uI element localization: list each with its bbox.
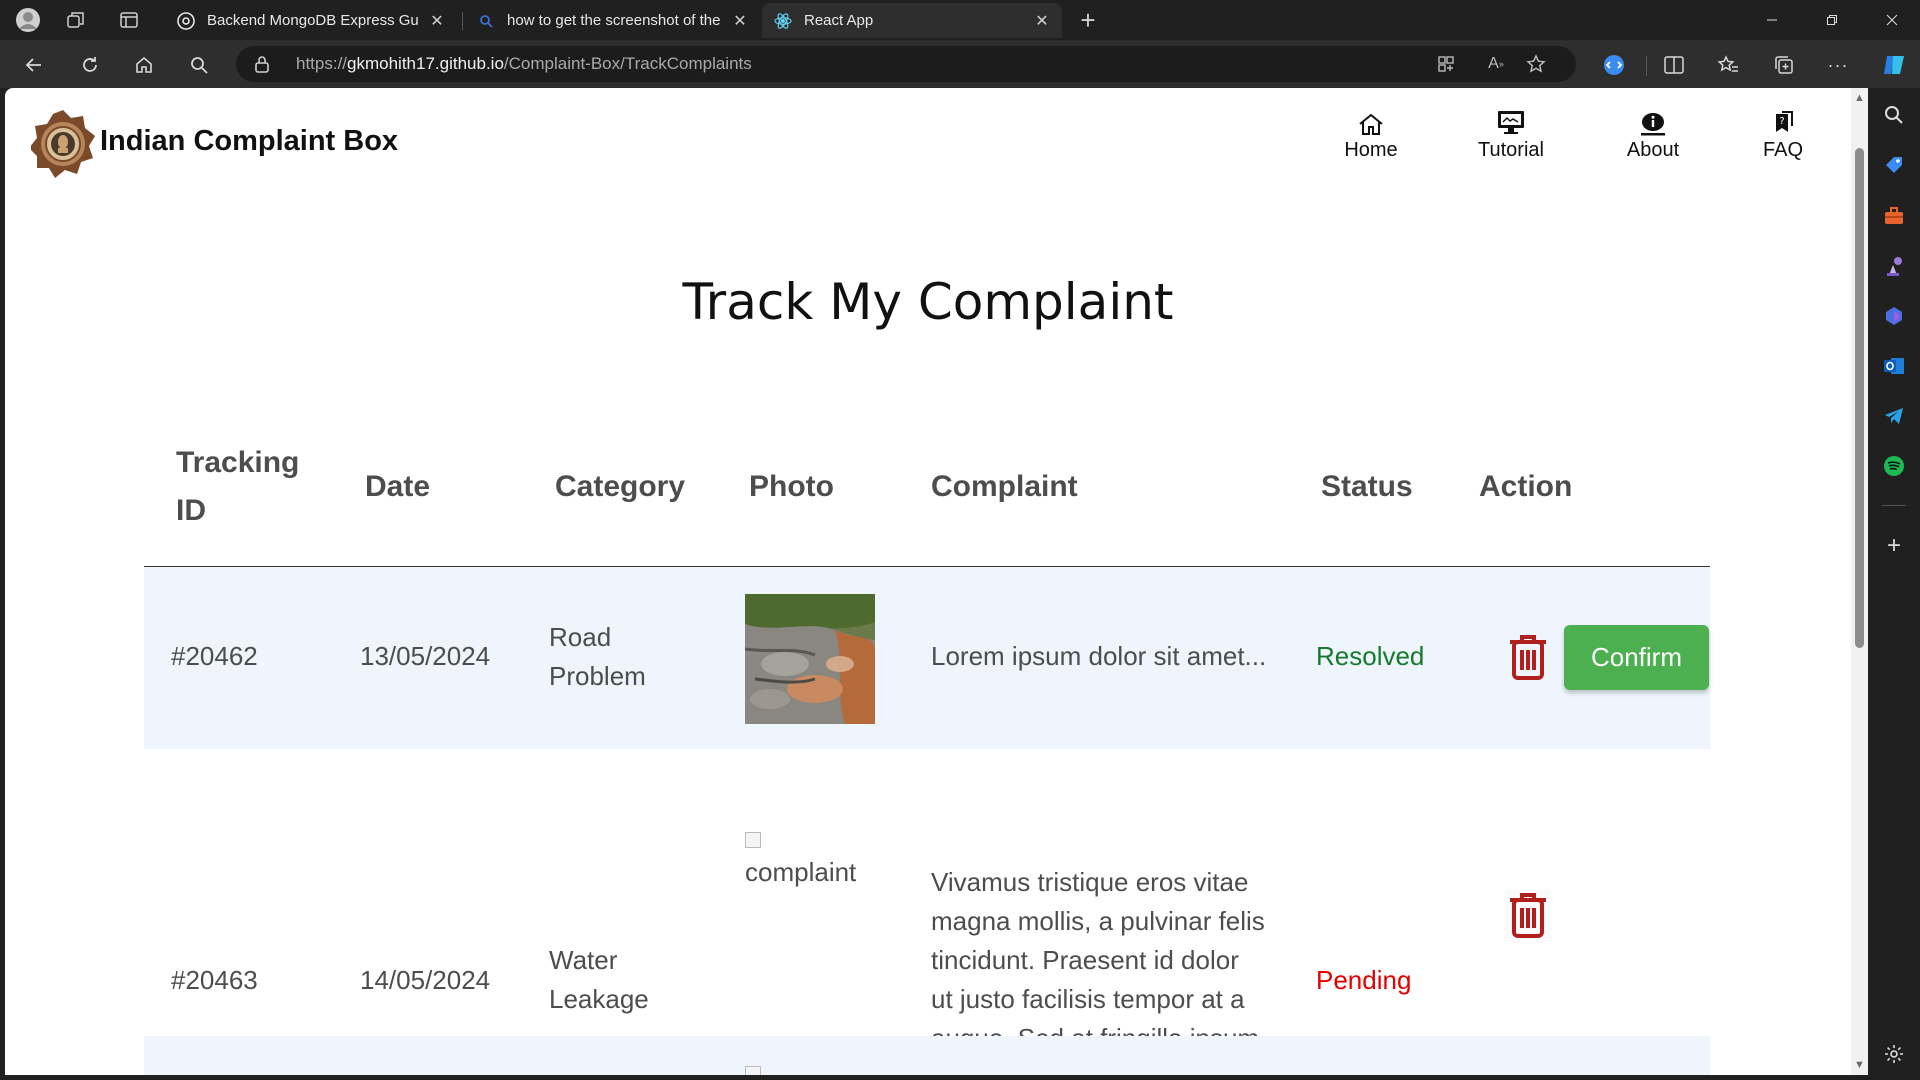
nav-faq[interactable]: ? FAQ [1743, 106, 1823, 162]
tracking-id-cell: #20462 [171, 641, 258, 671]
new-tab-icon[interactable]: + [1074, 5, 1102, 35]
monitor-icon [1497, 106, 1525, 136]
faq-icon: ? [1772, 106, 1794, 136]
nav-label: About [1626, 139, 1680, 161]
home-browser-icon[interactable] [128, 49, 160, 81]
browser-tab-strip: Backend MongoDB Express Guid ✕ how to ge… [0, 0, 1920, 40]
tab-react-app[interactable]: React App ✕ [762, 3, 1062, 38]
favorites-icon[interactable] [1712, 49, 1744, 81]
column-header-category: Category [555, 470, 686, 503]
tracking-id-cell: #20463 [171, 965, 258, 995]
sidebar-settings-icon[interactable] [1878, 1038, 1910, 1070]
close-tab-icon[interactable]: ✕ [429, 11, 445, 31]
tab-title: React App [804, 12, 874, 29]
home-icon [1358, 106, 1384, 136]
page-title: Track My Complaint [682, 273, 1174, 331]
tab-actions-icon[interactable] [115, 6, 143, 34]
more-menu-icon[interactable]: ··· [1822, 49, 1854, 81]
column-header-status: Status [1321, 470, 1413, 503]
date-cell: 14/05/2024 [360, 965, 491, 995]
browser-toolbar: https://gkmohith17.github.io/Complaint-B… [0, 40, 1920, 88]
broken-image-icon [745, 832, 761, 848]
chatgpt-icon [177, 11, 195, 30]
nav-label: Home [1344, 139, 1398, 161]
tab-backend-guide[interactable]: Backend MongoDB Express Guid ✕ [165, 3, 457, 38]
svg-text:?: ? [1779, 116, 1784, 127]
delete-trash-icon[interactable] [1505, 632, 1551, 682]
nav-label: Tutorial [1478, 139, 1544, 161]
page-scrollbar[interactable]: ▲ ▼ [1851, 88, 1868, 1075]
tab-title: how to get the screenshot of the [507, 12, 721, 29]
table-row [144, 1036, 1710, 1075]
nav-about[interactable]: About [1603, 106, 1703, 162]
tools-briefcase-icon[interactable] [1878, 200, 1910, 232]
broken-image-icon [745, 1066, 761, 1075]
tab-title: Backend MongoDB Express Guid [207, 12, 419, 29]
collections-icon[interactable] [1768, 49, 1800, 81]
nav-home[interactable]: Home [1321, 106, 1421, 162]
games-icon[interactable] [1878, 250, 1910, 282]
sidebar-search-icon[interactable] [1878, 99, 1910, 131]
site-logo-icon[interactable] [29, 108, 95, 180]
close-tab-icon[interactable]: ✕ [1034, 11, 1050, 31]
photo-alt-text: complaint [745, 857, 857, 887]
search-icon [477, 12, 495, 30]
address-bar[interactable]: https://gkmohith17.github.io/Complaint-B… [236, 46, 1576, 82]
close-tab-icon[interactable]: ✕ [732, 11, 748, 31]
search-icon[interactable] [183, 49, 215, 81]
workspaces-icon[interactable] [62, 6, 90, 34]
read-aloud-icon[interactable]: A» [1482, 50, 1510, 78]
copilot-icon[interactable] [1878, 49, 1910, 81]
split-screen-icon[interactable] [1658, 49, 1690, 81]
nav-tutorial[interactable]: Tutorial [1451, 106, 1571, 162]
profile-avatar-icon[interactable] [14, 6, 42, 34]
status-badge: Pending [1316, 965, 1412, 995]
complaint-photo-broken[interactable] [745, 1060, 761, 1075]
category-cell: Road Problem [549, 622, 646, 691]
category-cell: Water Leakage [549, 945, 649, 1014]
column-header-photo: Photo [749, 470, 834, 503]
complaint-photo[interactable] [745, 594, 875, 724]
telegram-icon[interactable] [1878, 400, 1910, 432]
nav-label: FAQ [1762, 139, 1803, 161]
confirm-button[interactable]: Confirm [1564, 625, 1709, 690]
info-icon [1639, 106, 1667, 136]
shopping-tag-icon[interactable] [1878, 149, 1910, 181]
back-icon[interactable] [18, 49, 50, 81]
browser-sidebar: + [1868, 88, 1920, 1080]
lock-icon[interactable] [254, 55, 270, 78]
web-page: Indian Complaint Box Home Tutorial About… [5, 88, 1851, 1075]
status-badge: Resolved [1316, 641, 1425, 671]
date-cell: 13/05/2024 [360, 641, 491, 671]
scrollbar-thumb[interactable] [1855, 148, 1864, 648]
favorite-star-icon[interactable] [1522, 50, 1550, 78]
react-icon [774, 12, 792, 30]
restore-icon[interactable] [1802, 0, 1862, 40]
add-sidebar-app-icon[interactable]: + [1878, 530, 1910, 562]
scroll-up-icon[interactable]: ▲ [1854, 92, 1865, 104]
column-header-tracking-id: Tracking ID [176, 446, 300, 527]
url-text[interactable]: https://gkmohith17.github.io/Complaint-B… [296, 46, 752, 82]
spotify-icon[interactable] [1878, 450, 1910, 482]
outlook-icon[interactable] [1878, 350, 1910, 382]
scroll-down-icon[interactable]: ▼ [1854, 1059, 1865, 1071]
site-brand[interactable]: Indian Complaint Box [100, 125, 398, 158]
extension-icon[interactable] [1598, 49, 1630, 81]
column-header-action: Action [1479, 470, 1573, 503]
copilot-sidebar-icon[interactable] [1878, 300, 1910, 332]
refresh-icon[interactable] [74, 49, 106, 81]
complaint-photo-broken[interactable]: complaint [745, 826, 856, 888]
complaint-text-cell: Lorem ipsum dolor sit amet... [931, 641, 1267, 671]
column-header-date: Date [365, 470, 431, 503]
column-header-complaint: Complaint [931, 470, 1078, 503]
minimize-icon[interactable] [1742, 0, 1802, 40]
delete-trash-icon[interactable] [1505, 890, 1551, 940]
close-window-icon[interactable] [1862, 0, 1920, 40]
tab-screenshot-search[interactable]: how to get the screenshot of the ✕ [465, 3, 760, 38]
app-available-icon[interactable] [1432, 50, 1460, 78]
